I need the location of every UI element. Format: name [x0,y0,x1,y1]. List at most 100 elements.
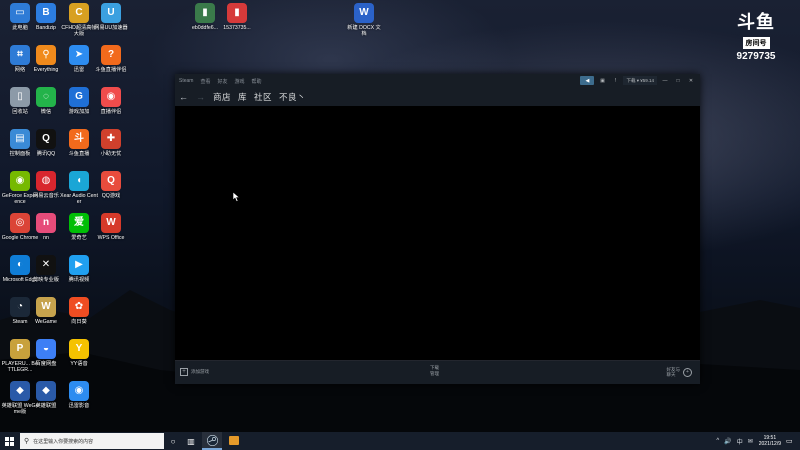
desktop-icon[interactable]: W WPS Office [92,213,130,241]
app-icon: B [36,3,56,23]
desktop-icon[interactable]: Y YY语音 [60,339,98,367]
add-game-button[interactable]: + 添加游戏 [180,368,209,376]
nav-community[interactable]: 社区 [254,91,272,103]
desktop-icon[interactable]: ✚ 小助无忧 [92,129,130,157]
friends-plus-icon: + [683,367,692,377]
desktop-icon-label: 直播伴侣 [100,109,122,115]
downloads-subtitle: 管理 [430,371,439,376]
menu-steam[interactable]: Steam [179,78,193,84]
mouse-cursor-icon [233,192,240,202]
notification-center-icon[interactable]: ▭ [786,437,796,445]
desktop-icon-label: 新建 DOCX 文档 [347,25,381,37]
app-icon: ✕ [36,255,56,275]
menu-help[interactable]: 帮助 [252,78,262,85]
close-button[interactable]: ✕ [686,76,696,85]
desktop-icon[interactable]: ✿ 向日葵 [60,297,98,325]
app-icon: Q [101,171,121,191]
notification-button[interactable]: ! [610,76,620,85]
app-icon: Y [69,339,89,359]
exclamation-icon: ! [614,77,617,84]
system-tray: ^ 🔊 中 ✉ 19:51 2021/12/9 ▭ [711,432,796,450]
back-arrow-icon[interactable]: ← [179,92,188,102]
volume-icon[interactable]: 🔊 [724,438,731,445]
add-game-label: 添加游戏 [191,369,209,374]
app-icon: ◆ [36,381,56,401]
gamepad-icon: ▣ [600,77,605,84]
desktop-icon-label: 小助无忧 [100,151,122,157]
taskbar-app-folder[interactable] [224,432,244,450]
steam-menubar: Steam 查看 好友 游戏 帮助 ◀ ▣ ! 下载 ▾ ¥59.14 — □ … [175,74,700,88]
taskbar-clock[interactable]: 19:51 2021/12/9 [759,435,781,447]
steam-content-area[interactable] [175,106,700,360]
app-icon: G [69,87,89,107]
nav-store[interactable]: 商店 [213,91,231,103]
search-placeholder: 在这里输入你要搜索的内容 [33,438,94,445]
task-view-icon: ▥ [187,436,195,446]
app-folder-icon [229,435,239,445]
desktop-icon[interactable]: ▮ 15373735... [218,3,256,31]
desktop-icon-label: 向日葵 [71,319,87,325]
nav-library[interactable]: 库 [238,91,247,103]
desktop-icon-label: 迅雷影音 [68,403,90,409]
announcement-button[interactable]: ◀ [580,76,595,85]
tray-overflow-icon[interactable]: ^ [716,438,719,444]
menu-friends[interactable]: 好友 [217,78,227,85]
app-icon: ◍ [36,171,56,191]
big-picture-button[interactable]: ▣ [597,76,607,85]
app-icon: Q [36,129,56,149]
minimize-button[interactable]: — [660,76,670,85]
app-icon: U [101,3,121,23]
douyu-watermark: 斗鱼 房间号 9279735 [726,12,786,63]
taskbar-steam[interactable] [202,432,222,450]
room-label: 房间号 [742,37,770,49]
maximize-button[interactable]: □ [673,76,683,85]
cortana-button[interactable]: ○ [164,432,182,450]
desktop-icon[interactable]: ▶ 腾讯视频 [60,255,98,283]
app-icon: ✚ [101,129,121,149]
app-icon: ➤ [69,45,89,65]
app-icon: ▮ [195,3,215,23]
taskbar-search[interactable]: ⚲ 在这里输入你要搜索的内容 [20,433,164,449]
douyu-logo: 斗鱼 [737,12,775,33]
desktop-icon[interactable]: W 新建 DOCX 文档 [345,3,383,37]
app-icon: W [36,297,56,317]
desktop-icon-label: 15373735... [223,25,251,31]
app-icon: W [354,3,374,23]
windows-taskbar: ⚲ 在这里输入你要搜索的内容 ○ ▥ ^ 🔊 中 ✉ 19:51 2021/12… [0,432,800,450]
room-number: 9279735 [736,51,776,62]
desktop-icon-label: YY语音 [70,361,88,367]
desktop-icon[interactable]: ◉ 直播伴侣 [92,87,130,115]
mail-icon[interactable]: ✉ [748,438,753,445]
desktop-icon-label: QQ游戏 [101,193,121,199]
friends-chat-button[interactable]: 好友与 聊天 + [666,367,692,377]
app-icon: 爱 [69,213,89,233]
title-controls: ◀ ▣ ! 下载 ▾ ¥59.14 — □ ✕ [577,76,696,85]
menu-view[interactable]: 查看 [200,78,210,85]
app-icon: 斗 [69,129,89,149]
task-view-button[interactable]: ▥ [182,432,200,450]
desktop-icon[interactable]: Q QQ游戏 [92,171,130,199]
account-dropdown[interactable]: 下载 ▾ ¥59.14 [623,76,657,85]
desktop-icon[interactable]: ? 斗鱼直播伴侣 [92,45,130,73]
input-method-icon[interactable]: 中 [737,437,743,446]
steam-window: Steam 查看 好友 游戏 帮助 ◀ ▣ ! 下载 ▾ ¥59.14 — □ … [175,74,700,384]
menu-games[interactable]: 游戏 [234,78,244,85]
app-icon: ◒ [36,339,56,359]
search-icon: ⚲ [24,438,30,445]
nav-profile[interactable]: 不良丶 [279,91,306,103]
app-icon: ◉ [101,87,121,107]
friends-line2: 聊天 [666,372,676,377]
desktop-icon[interactable]: ◉ 迅雷影音 [60,381,98,409]
desktop-icon-label: 网易UU加速器 [94,25,128,31]
forward-arrow-icon[interactable]: → [196,92,205,102]
app-icon: n [36,213,56,233]
megaphone-icon: ◀ [585,77,590,84]
desktop-icon-label: WPS Office [97,235,125,241]
desktop-icon-label: 腾讯视频 [68,277,90,283]
app-icon: ? [101,45,121,65]
app-icon: ◖ [69,171,89,191]
desktop-icon[interactable]: U 网易UU加速器 [92,3,130,31]
start-button[interactable] [0,432,18,450]
desktop-icon-label: 斗鱼直播伴侣 [95,67,127,73]
downloads-button[interactable]: 下载 管理 [430,365,439,377]
